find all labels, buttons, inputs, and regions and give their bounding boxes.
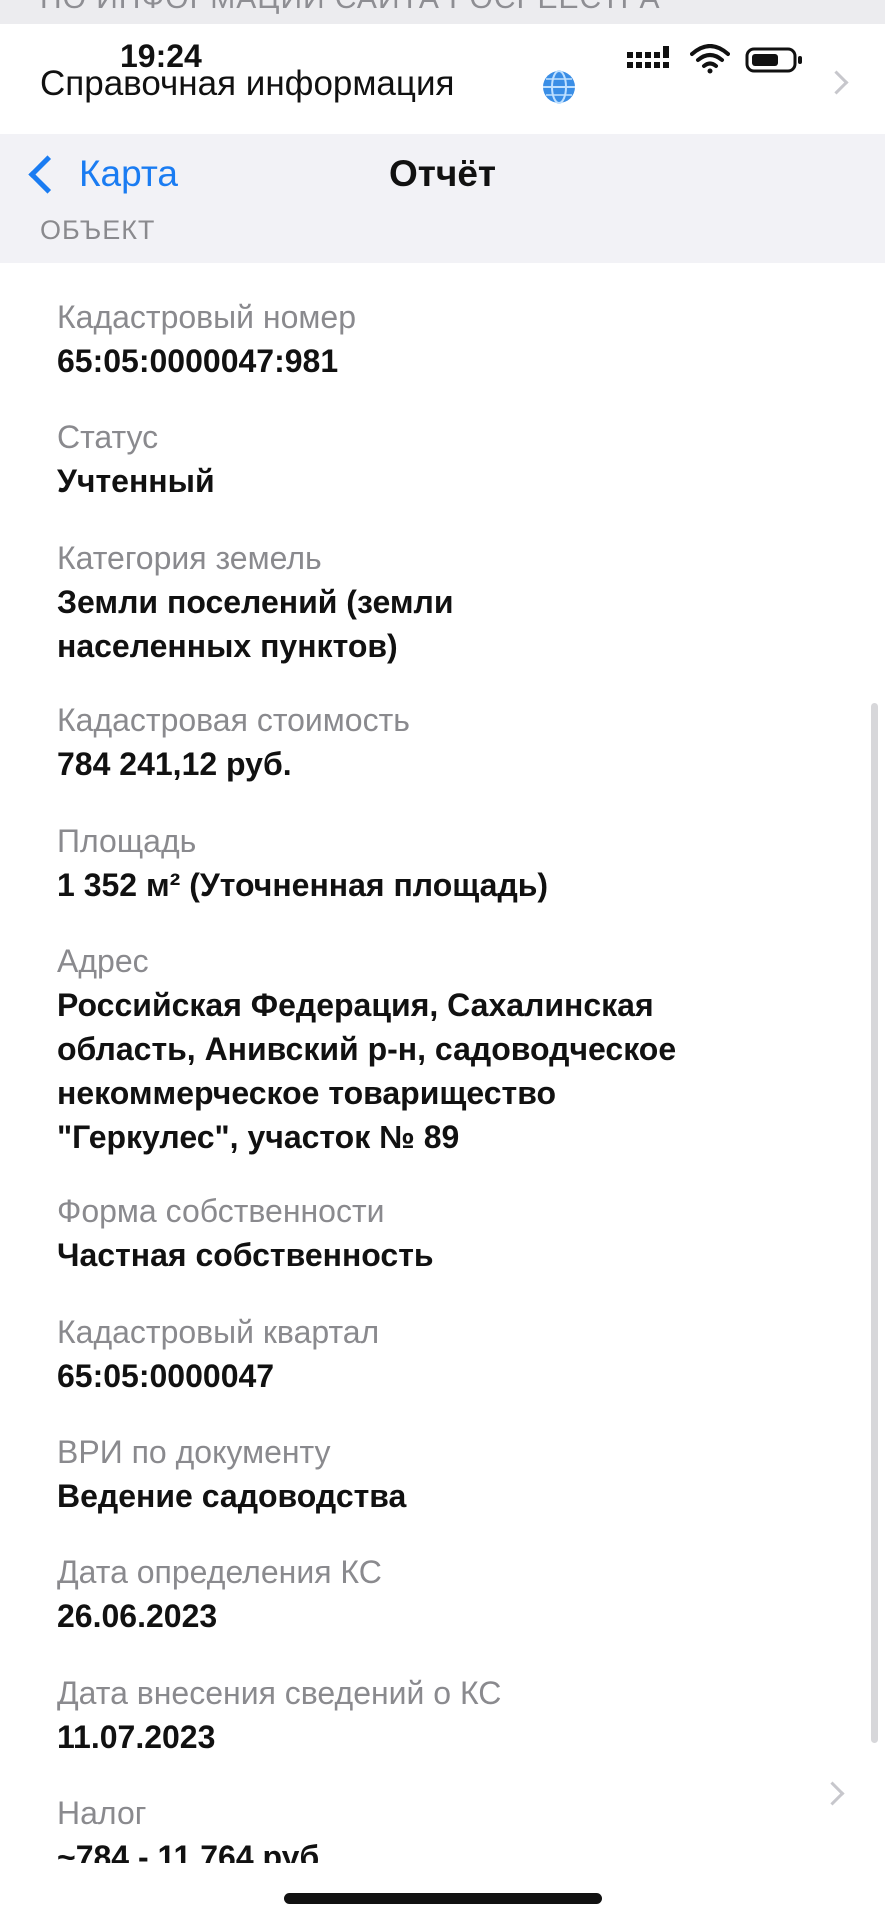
signal-icon bbox=[627, 46, 669, 68]
field-value: 65:05:0000047:981 bbox=[57, 343, 339, 379]
field-value: 26.06.2023 bbox=[57, 1598, 218, 1634]
back-button-label: Карта bbox=[79, 153, 179, 194]
field-value: 1 352 м² (Уточненная площадь) bbox=[57, 867, 549, 903]
field-label: Статус bbox=[57, 419, 159, 455]
battery-icon bbox=[745, 47, 802, 73]
nav-bar: Отчёт Карта bbox=[0, 134, 885, 226]
field-label: Категория земель bbox=[57, 540, 322, 576]
chevron-left-icon bbox=[28, 154, 67, 194]
field-ownership-form: Форма собственности Частная собственност… bbox=[57, 1189, 827, 1277]
field-value: Частная собственность bbox=[57, 1237, 434, 1273]
field-value: Учтенный bbox=[57, 463, 215, 499]
globe-icon bbox=[543, 70, 575, 104]
back-button[interactable]: Карта bbox=[20, 139, 178, 209]
field-label: Кадастровая стоимость bbox=[57, 702, 410, 738]
context-title[interactable]: Справочная информация bbox=[40, 64, 454, 104]
field-area: Площадь 1 352 м² (Уточненная площадь) bbox=[57, 819, 827, 907]
field-value: Российская Федерация, Сахалинская област… bbox=[57, 987, 677, 1155]
field-valuation-date: Дата определения КС 26.06.2023 bbox=[57, 1550, 827, 1638]
field-label: Налог bbox=[57, 1795, 147, 1831]
report-list: Кадастровый номер 65:05:0000047:981 Стат… bbox=[0, 263, 885, 1875]
field-label: Дата внесения сведений о КС bbox=[57, 1675, 502, 1711]
field-label: Дата определения КС bbox=[57, 1554, 382, 1590]
scrollbar[interactable] bbox=[871, 703, 878, 1743]
field-cadastral-quarter: Кадастровый квартал 65:05:0000047 bbox=[57, 1310, 827, 1398]
status-time: 19:24 bbox=[120, 38, 202, 74]
chevron-right-icon[interactable] bbox=[824, 70, 849, 95]
field-label: Площадь bbox=[57, 823, 197, 859]
field-value: Ведение садоводства bbox=[57, 1478, 407, 1514]
bottom-area bbox=[0, 1863, 885, 1920]
status-bar: Справочная информация 19:24 bbox=[0, 24, 885, 134]
field-value: 784 241,12 руб. bbox=[57, 746, 292, 782]
top-strip: ПО ИНФОРМАЦИИ САЙТА РОСРЕЕСТРА bbox=[0, 0, 885, 24]
wifi-icon bbox=[690, 44, 730, 74]
field-cadastral-number: Кадастровый номер 65:05:0000047:981 bbox=[57, 295, 827, 383]
field-cadastral-value: Кадастровая стоимость 784 241,12 руб. bbox=[57, 698, 827, 786]
section-header: ОБЪЕКТ bbox=[40, 215, 156, 245]
field-value: 11.07.2023 bbox=[57, 1719, 216, 1755]
home-indicator[interactable] bbox=[284, 1893, 602, 1904]
field-label: Форма собственности bbox=[57, 1193, 385, 1229]
field-status: Статус Учтенный bbox=[57, 415, 827, 503]
field-entry-date: Дата внесения сведений о КС 11.07.2023 bbox=[57, 1671, 827, 1759]
field-address: Адрес Российская Федерация, Сахалинская … bbox=[57, 939, 827, 1159]
field-label: ВРИ по документу bbox=[57, 1434, 331, 1470]
field-value: Земли поселений (земли населенных пункто… bbox=[57, 584, 454, 664]
field-permitted-use: ВРИ по документу Ведение садоводства bbox=[57, 1430, 827, 1518]
field-label: Кадастровый номер bbox=[57, 299, 356, 335]
field-label: Адрес bbox=[57, 943, 149, 979]
field-land-category: Категория земель Земли поселений (земли … bbox=[57, 536, 827, 668]
field-value: 65:05:0000047 bbox=[57, 1358, 275, 1394]
top-strip-text: ПО ИНФОРМАЦИИ САЙТА РОСРЕЕСТРА bbox=[40, 0, 661, 16]
field-label: Кадастровый квартал bbox=[57, 1314, 380, 1350]
